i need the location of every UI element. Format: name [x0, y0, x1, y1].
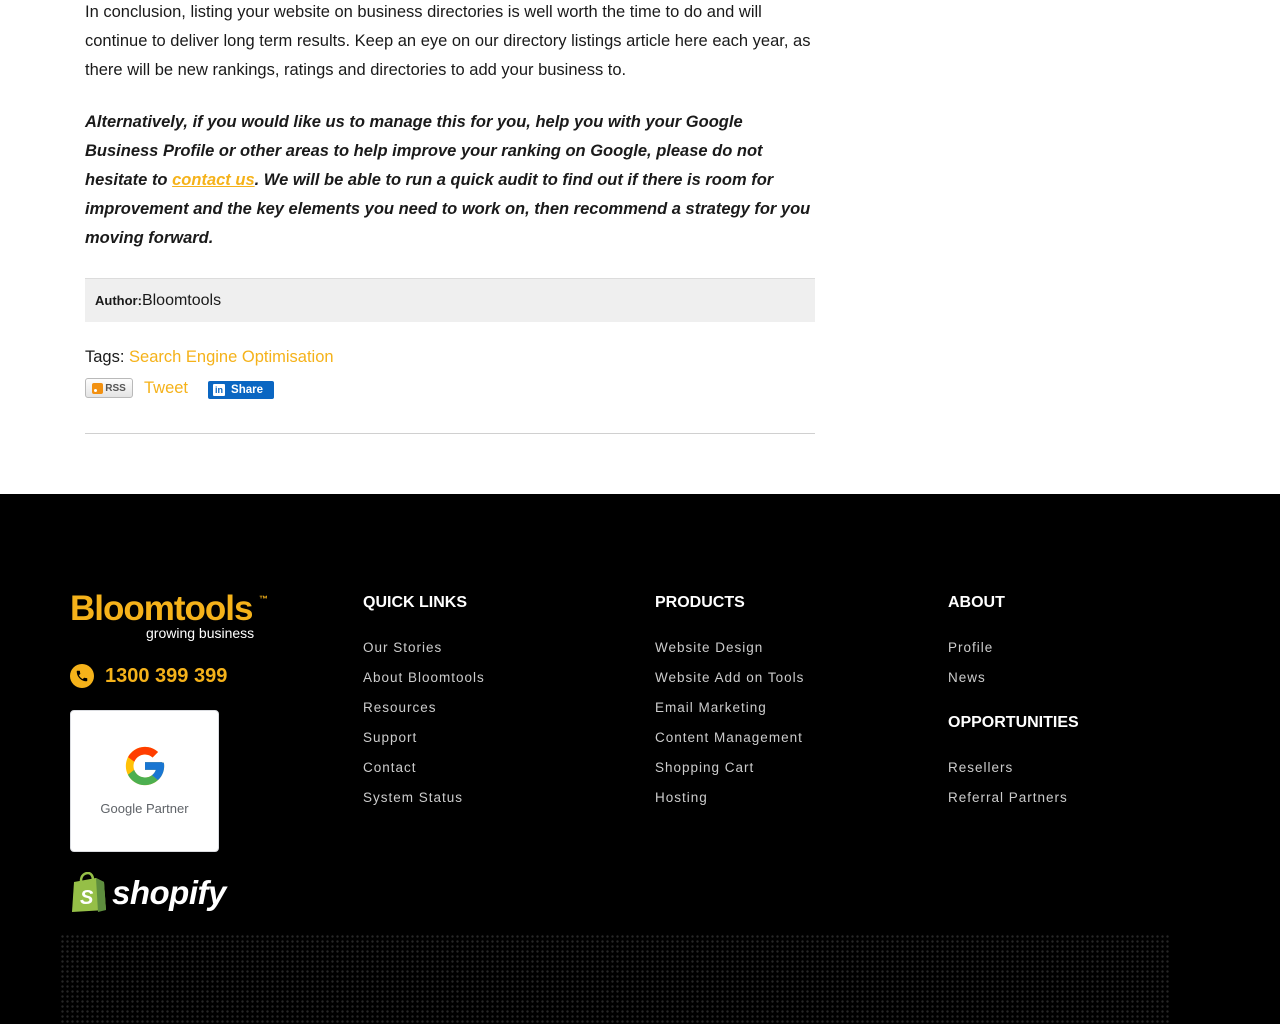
footer-link-hosting[interactable]: Hosting: [655, 788, 804, 818]
shopify-wordmark: shopify: [112, 874, 226, 911]
google-partner-label: Google Partner: [100, 801, 189, 816]
phone-number: 1300 399 399: [105, 664, 228, 687]
about-heading: ABOUT: [948, 594, 1005, 611]
about-column: ABOUT Profile News OPPORTUNITIES Reselle…: [948, 594, 1079, 818]
footer-link-our-stories[interactable]: Our Stories: [363, 638, 485, 668]
conclusion-paragraph: In conclusion, listing your website on b…: [85, 3, 811, 79]
footer-link-contact[interactable]: Contact: [363, 758, 485, 788]
shopify-logo[interactable]: S shopify: [70, 872, 226, 914]
footer-link-shopping-cart[interactable]: Shopping Cart: [655, 758, 804, 788]
footer-link-system-status[interactable]: System Status: [363, 788, 485, 818]
rss-label: RSS: [105, 382, 126, 394]
logo-trademark: ™: [259, 594, 268, 604]
share-row: RSS Tweet in Share: [85, 377, 275, 399]
svg-text:S: S: [80, 887, 94, 909]
footer-link-about-bloomtools[interactable]: About Bloomtools: [363, 668, 485, 698]
google-partner-badge[interactable]: Google Partner: [70, 710, 219, 852]
opportunities-heading: OPPORTUNITIES: [948, 714, 1079, 731]
footer-link-support[interactable]: Support: [363, 728, 485, 758]
contact-us-link[interactable]: contact us: [172, 171, 255, 189]
tags-label: Tags:: [85, 348, 125, 366]
rss-button[interactable]: RSS: [85, 378, 133, 398]
shopify-bag-icon: S: [72, 872, 106, 912]
footer-link-email-marketing[interactable]: Email Marketing: [655, 698, 804, 728]
bloomtools-logo[interactable]: Bloomtools ™ growing business: [70, 591, 270, 644]
linkedin-icon: in: [213, 384, 226, 396]
products-column: PRODUCTS Website Design Website Add on T…: [655, 594, 804, 818]
phone-icon: [70, 664, 94, 688]
quick-links-column: QUICK LINKS Our Stories About Bloomtools…: [363, 594, 485, 818]
logo-tagline: growing business: [146, 625, 255, 641]
tags-row: Tags: Search Engine Optimisation: [85, 348, 334, 367]
footer-link-profile[interactable]: Profile: [948, 638, 1079, 668]
world-map-background: [60, 934, 1170, 1024]
footer-link-resources[interactable]: Resources: [363, 698, 485, 728]
footer-link-website-add-on-tools[interactable]: Website Add on Tools: [655, 668, 804, 698]
footer-link-content-management[interactable]: Content Management: [655, 728, 804, 758]
tweet-link[interactable]: Tweet: [144, 379, 188, 398]
footer-link-referral-partners[interactable]: Referral Partners: [948, 788, 1079, 818]
divider: [85, 433, 815, 434]
products-heading: PRODUCTS: [655, 594, 745, 611]
author-label: Author:: [95, 293, 142, 308]
cta-paragraph: Alternatively, if you would like us to m…: [85, 108, 815, 253]
phone-contact[interactable]: 1300 399 399: [70, 664, 227, 688]
site-footer: Bloomtools ™ growing business 1300 399 3…: [0, 494, 1280, 1024]
author-name: Bloomtools: [141, 291, 222, 309]
quick-links-heading: QUICK LINKS: [363, 594, 467, 611]
article-content: In conclusion, listing your website on b…: [85, 0, 815, 434]
tag-link[interactable]: Search Engine Optimisation: [129, 348, 334, 366]
logo-wordmark: Bloomtools: [70, 589, 253, 628]
author-box: Author: Bloomtools: [85, 278, 815, 322]
rss-icon: [92, 382, 104, 394]
google-g-icon: [125, 746, 165, 786]
footer-link-website-design[interactable]: Website Design: [655, 638, 804, 668]
linkedin-share-button[interactable]: in Share: [208, 381, 275, 399]
share-label: Share: [231, 384, 263, 396]
footer-link-resellers[interactable]: Resellers: [948, 758, 1079, 788]
footer-link-news[interactable]: News: [948, 668, 1079, 698]
